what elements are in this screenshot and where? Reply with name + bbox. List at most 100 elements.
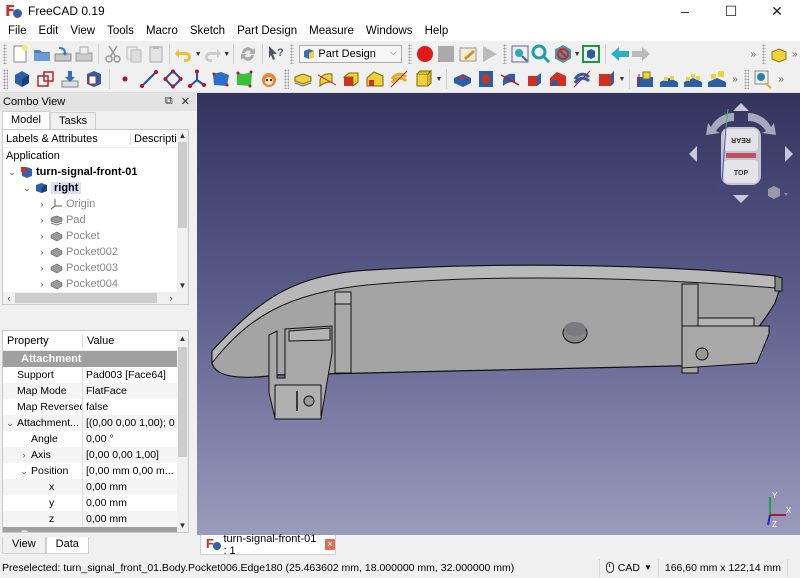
nav-view-menu-icon[interactable] [768, 186, 780, 199]
document-tab[interactable]: F turn-signal-front-01 : 1 × [200, 533, 336, 557]
tree-horizontal-scrollbar[interactable]: ‹ › [3, 292, 188, 304]
toolbar-overflow-button[interactable]: » [789, 49, 800, 60]
back-button[interactable] [609, 42, 630, 66]
chevron-down-icon[interactable]: ⌄ [3, 415, 17, 431]
property-row-support[interactable]: Support Pad003 [Face64] [3, 367, 188, 383]
sketch-on-face-button[interactable] [82, 67, 106, 91]
scroll-left-icon[interactable]: ‹ [3, 292, 15, 304]
multitransform-button[interactable] [705, 67, 729, 91]
menu-help[interactable]: Help [419, 22, 455, 41]
tree-item-pad[interactable]: › Pad [3, 212, 188, 228]
property-row-map-mode[interactable]: Map Mode FlatFace [3, 383, 188, 399]
redo-button[interactable] [202, 42, 223, 66]
toolbar-grip[interactable] [284, 69, 289, 89]
create-sketch-button[interactable] [34, 67, 58, 91]
tree-item-application[interactable]: Application [3, 148, 188, 164]
menu-tools[interactable]: Tools [101, 22, 140, 41]
navigation-style-selector[interactable]: CAD ▼ [598, 558, 658, 577]
chevron-right-icon[interactable]: › [17, 447, 31, 463]
new-document-button[interactable] [9, 42, 30, 66]
scroll-down-icon[interactable]: ▼ [177, 520, 188, 532]
tab-model[interactable]: Model [2, 111, 50, 129]
chevron-down-icon[interactable]: ⌄ [22, 183, 32, 194]
navigation-cube[interactable]: REAR TOP Z Y [686, 99, 796, 209]
nav-menu-dropdown-icon[interactable] [784, 193, 788, 196]
hole-button[interactable] [474, 67, 498, 91]
whats-this-button[interactable]: ? [266, 42, 287, 66]
tree-item-origin[interactable]: › Origin [3, 196, 188, 212]
property-value[interactable]: [0,00 mm 0,00 m... [83, 463, 175, 479]
create-body-button[interactable] [10, 67, 34, 91]
maximize-button[interactable]: ☐ [708, 0, 754, 22]
chevron-right-icon[interactable]: › [37, 263, 47, 273]
close-button[interactable]: ✕ [754, 0, 800, 22]
forward-button[interactable] [630, 42, 651, 66]
subtractive-primitive-dropdown[interactable]: ▼ [618, 67, 626, 91]
groove-button[interactable] [498, 67, 522, 91]
tree-item-pocket[interactable]: › Pocket [3, 228, 188, 244]
property-row-map-reversed[interactable]: Map Reversed false [3, 399, 188, 415]
workbench-selector[interactable]: Part Design ⌵ [299, 45, 402, 63]
property-group-base[interactable]: Base [3, 527, 188, 532]
tree-header-description[interactable]: Descriptio [131, 133, 177, 145]
measure-button[interactable] [751, 67, 775, 91]
draw-style-dropdown[interactable]: ▼ [574, 42, 581, 66]
property-value[interactable]: 0,00 mm [83, 511, 175, 527]
subtractive-pipe-button[interactable] [546, 67, 570, 91]
print-button[interactable] [74, 42, 95, 66]
menu-edit[interactable]: Edit [33, 22, 65, 41]
nav-arrow-right-icon[interactable] [785, 146, 793, 162]
undo-dropdown[interactable]: ▼ [195, 42, 202, 66]
tree-item-turn-signal-front-01[interactable]: ⌄ turn-signal-front-01 [3, 164, 188, 180]
close-panel-icon[interactable]: ✕ [181, 95, 190, 108]
additive-loft-button[interactable] [339, 67, 363, 91]
property-value[interactable]: Pad003 [Face64] [83, 367, 175, 383]
part-design-body-button[interactable] [768, 42, 789, 66]
scroll-thumb[interactable] [178, 142, 187, 228]
shape-binder-button[interactable] [209, 67, 233, 91]
property-value[interactable]: [0,00 0,00 1,00] [83, 447, 175, 463]
nav-arrow-left-icon[interactable] [689, 146, 697, 162]
subtractive-primitive-button[interactable] [594, 67, 618, 91]
scroll-thumb[interactable] [15, 293, 157, 303]
additive-pipe-button[interactable] [363, 67, 387, 91]
pocket-button[interactable] [450, 67, 474, 91]
toolbar-grip[interactable] [3, 44, 8, 64]
datum-plane-button[interactable] [161, 67, 185, 91]
property-row-attachment-[interactable]: ⌄Attachment... [(0,00 0,00 1,00); 0,... [3, 415, 188, 431]
nav-cube-edge[interactable] [726, 153, 756, 158]
tab-view[interactable]: View [2, 537, 46, 554]
tab-data[interactable]: Data [45, 537, 89, 554]
property-row-axis[interactable]: › Axis [0,00 0,00 1,00] [3, 447, 188, 463]
redo-dropdown[interactable]: ▼ [223, 42, 230, 66]
property-row-x[interactable]: x 0,00 mm [3, 479, 188, 495]
property-row-angle[interactable]: Angle 0,00 ° [3, 431, 188, 447]
macro-edit-button[interactable] [457, 42, 478, 66]
chevron-right-icon[interactable]: › [37, 279, 47, 289]
property-value[interactable]: false [83, 399, 175, 415]
property-value[interactable]: 0,00 mm [83, 479, 175, 495]
macro-stop-button[interactable] [436, 42, 457, 66]
undo-button[interactable] [173, 42, 194, 66]
chevron-right-icon[interactable]: › [37, 199, 47, 209]
toolbar-grip[interactable] [289, 44, 295, 64]
menu-sketch[interactable]: Sketch [184, 22, 231, 41]
datum-line-button[interactable] [137, 67, 161, 91]
validate-sketch-button[interactable] [58, 67, 82, 91]
toolbar-grip[interactable] [3, 69, 8, 89]
menu-view[interactable]: View [64, 22, 101, 41]
local-coordinate-system-button[interactable] [185, 67, 209, 91]
resize-grip[interactable] [788, 559, 800, 577]
scroll-down-icon[interactable]: ▼ [177, 280, 188, 292]
bounding-box-button[interactable] [581, 42, 602, 66]
tab-tasks[interactable]: Tasks [49, 112, 97, 129]
tree-vertical-scrollbar[interactable]: ▲ ▼ [177, 130, 188, 292]
tree-item-pocket004[interactable]: › Pocket004 [3, 276, 188, 292]
draw-style-button[interactable] [552, 42, 573, 66]
menu-part-design[interactable]: Part Design [231, 22, 303, 41]
tree-item-pocket002[interactable]: › Pocket002 [3, 244, 188, 260]
chevron-right-icon[interactable]: › [37, 247, 47, 257]
property-value[interactable]: 0,00 ° [83, 431, 175, 447]
chevron-down-icon[interactable]: ⌄ [17, 463, 31, 479]
subshape-binder-button[interactable] [233, 67, 257, 91]
